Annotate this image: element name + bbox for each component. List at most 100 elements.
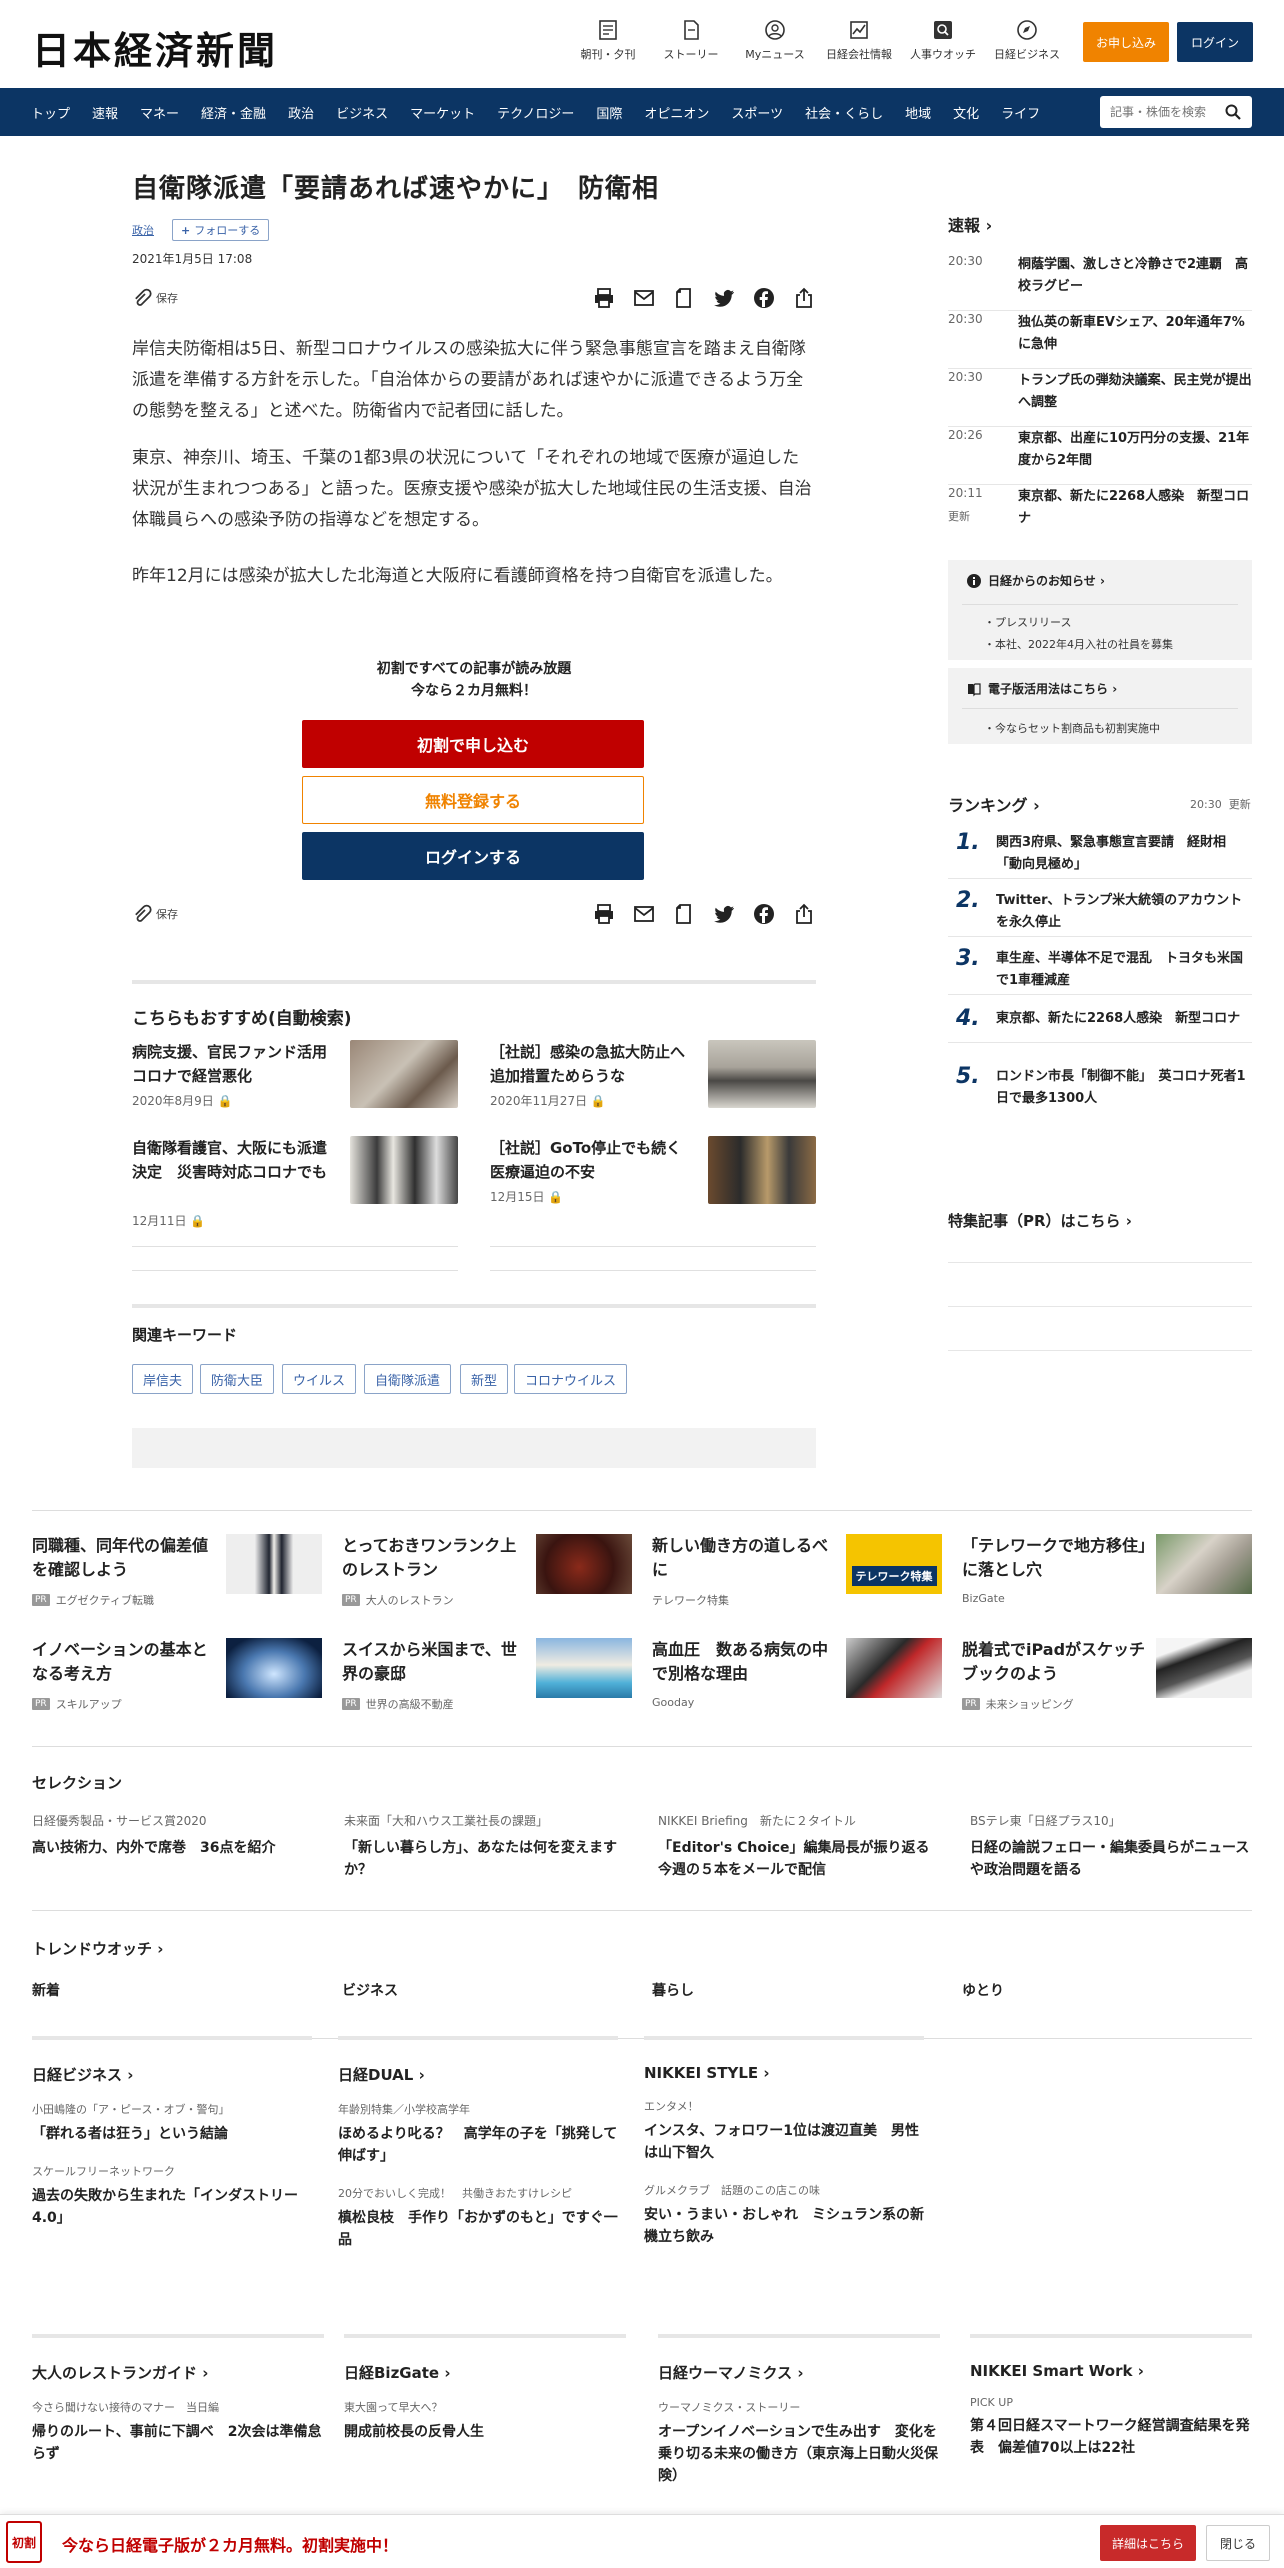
ebook-item[interactable]: ・今ならセット割商品も初割実施中 bbox=[984, 720, 1160, 736]
save-button[interactable]: 保存 bbox=[132, 903, 178, 925]
recommend-item[interactable]: ［社説］感染の急拡大防止へ追加措置ためらうな 2020年11月27日 🔒 bbox=[490, 1040, 816, 1150]
media-item[interactable]: 小田嶋隆の「ア・ピース・オブ・警句」 「群れる者は狂う」という結論 bbox=[32, 2101, 312, 2145]
trend-tab[interactable]: 暮らし bbox=[652, 1980, 694, 2000]
selection-item[interactable]: BSテレ東「日経プラス10」 日経の論説フェロー・編集委員らがニュースや政治問題を… bbox=[970, 1812, 1252, 1881]
login-button[interactable]: ログイン bbox=[1177, 22, 1253, 62]
media2-item[interactable]: ウーマノミクス・ストーリー オープンイノベーションで生み出す 変化を乗り切る未来の… bbox=[658, 2399, 948, 2487]
nav-item[interactable]: マネー bbox=[129, 103, 190, 122]
facebook-icon[interactable] bbox=[752, 286, 776, 310]
header-link-paper[interactable]: 朝刊・夕刊 bbox=[572, 20, 644, 62]
media-heading[interactable]: NIKKEI STYLE › bbox=[644, 2064, 924, 2082]
footer-close-button[interactable]: 閉じる bbox=[1206, 2525, 1270, 2561]
nav-item[interactable]: 速報 bbox=[81, 103, 129, 122]
nav-item[interactable]: テクノロジー bbox=[486, 103, 585, 122]
recommend-item[interactable]: ［社説］GoTo停止でも続く医療逼迫の不安 12月15日 🔒 bbox=[490, 1136, 816, 1246]
print-icon[interactable] bbox=[592, 902, 616, 926]
nav-item[interactable]: トップ bbox=[20, 103, 81, 122]
recommend-item[interactable]: 自衛隊看護官、大阪にも派遣決定 災害時対応コロナでも 12月11日 🔒 bbox=[132, 1136, 458, 1246]
header-link-mynews[interactable]: Myニュース bbox=[739, 20, 811, 62]
media2-item[interactable]: 東大園って早大へ？ 開成前校長の反骨人生 bbox=[344, 2399, 626, 2443]
media2-heading[interactable]: 日経ウーマノミクス › bbox=[658, 2362, 948, 2383]
nav-item[interactable]: 経済・金融 bbox=[190, 103, 277, 122]
promo-item[interactable]: 同職種、同年代の偏差値を確認しよう PR エグゼクティブ転職 bbox=[32, 1534, 322, 1614]
nav-item[interactable]: スポーツ bbox=[720, 103, 794, 122]
keyword-tag[interactable]: 自衛隊派遣 bbox=[364, 1364, 452, 1394]
subscribe-button[interactable]: お申し込み bbox=[1083, 22, 1169, 62]
promo-item[interactable]: 新しい働き方の道しるべに テレワーク特集 テレワーク特集 bbox=[652, 1534, 942, 1614]
info-item[interactable]: ・プレスリリース bbox=[984, 614, 1071, 630]
twitter-icon[interactable] bbox=[712, 286, 736, 310]
trend-tab[interactable]: ビジネス bbox=[342, 1980, 398, 2000]
nav-item[interactable]: ライフ bbox=[990, 103, 1051, 122]
mail-icon[interactable] bbox=[632, 286, 656, 310]
media-item[interactable]: 20分でおいしく完成！ 共働きおたすけレシピ 槙松良枝 手作り「おかずのもと」です… bbox=[338, 2185, 618, 2251]
sokuho-heading[interactable]: 速報 › bbox=[948, 212, 992, 236]
ranking-heading[interactable]: ランキング › bbox=[948, 792, 1040, 816]
info-heading[interactable]: 日経からのお知らせ › bbox=[966, 572, 1105, 589]
save-button[interactable]: 保存 bbox=[132, 287, 178, 309]
ebook-heading[interactable]: 電子版活用法はこちら › bbox=[966, 680, 1117, 697]
pr-heading[interactable]: 特集記事（PR）はこちら › bbox=[948, 1210, 1132, 1231]
keyword-tag[interactable]: 岸信夫 bbox=[132, 1364, 194, 1394]
facebook-icon[interactable] bbox=[752, 902, 776, 926]
media-item[interactable]: エンタメ！ インスタ、フォロワー1位は渡辺直美 男性は山下智久 bbox=[644, 2098, 924, 2164]
print-icon[interactable] bbox=[592, 286, 616, 310]
note-icon[interactable] bbox=[672, 902, 696, 926]
media-item[interactable]: グルメクラブ 話題のこの店この味 安い・うまい・おしゃれ ミシュラン系の新機立ち飲… bbox=[644, 2182, 924, 2248]
header-link-company[interactable]: 日経会社情報 bbox=[823, 20, 895, 62]
media-item[interactable]: スケールフリーネットワーク 過去の失敗から生まれた「インダストリー4.0」 bbox=[32, 2163, 312, 2229]
note-icon[interactable] bbox=[672, 286, 696, 310]
trend-heading[interactable]: トレンドウオッチ › bbox=[32, 1938, 163, 1959]
media2-heading[interactable]: 大人のレストランガイド › bbox=[32, 2362, 322, 2383]
promo-item[interactable]: スイスから米国まで、世界の豪邸 PR 世界の高級不動産 bbox=[342, 1638, 632, 1718]
nav-item[interactable]: 政治 bbox=[277, 103, 325, 122]
nav-item[interactable]: 社会・くらし bbox=[794, 103, 894, 122]
keyword-tag[interactable]: 新型 bbox=[460, 1364, 509, 1394]
header-link-business[interactable]: 日経ビジネス bbox=[991, 20, 1063, 62]
share-icon[interactable] bbox=[792, 286, 816, 310]
nav-item[interactable]: 地域 bbox=[894, 103, 942, 122]
nav-item[interactable]: 国際 bbox=[585, 103, 633, 122]
login-article-button[interactable]: ログインする bbox=[302, 832, 644, 880]
header-link-story[interactable]: ストーリー bbox=[655, 20, 727, 62]
keyword-tag[interactable]: 防衛大臣 bbox=[200, 1364, 275, 1394]
media2-item[interactable]: 今さら聞けない接待のマナー 当日編 帰りのルート、事前に下調べ 2次会は準備怠らず bbox=[32, 2399, 322, 2465]
free-register-button[interactable]: 無料登録する bbox=[302, 776, 644, 824]
media2-heading[interactable]: NIKKEI Smart Work › bbox=[970, 2362, 1252, 2380]
nav-item[interactable]: マーケット bbox=[399, 103, 486, 122]
media2-item[interactable]: PICK UP 第４回日経スマートワーク経営調査結果を発表 偏差値70以上は22社 bbox=[970, 2396, 1252, 2459]
trend-tab[interactable]: 新着 bbox=[32, 1980, 60, 2000]
selection-item[interactable]: NIKKEI Briefing 新たに２タイトル 「Editor's Choice… bbox=[658, 1812, 940, 1881]
media-heading[interactable]: 日経DUAL › bbox=[338, 2064, 618, 2085]
promo-item[interactable]: 「テレワークで地方移住」に落とし穴 BizGate bbox=[962, 1534, 1252, 1614]
trend-tab[interactable]: ゆとり bbox=[962, 1980, 1004, 2000]
promo-item[interactable]: イノベーションの基本となる考え方 PR スキルアップ bbox=[32, 1638, 322, 1718]
search-input[interactable] bbox=[1110, 105, 1218, 119]
follow-button[interactable]: + フォローする bbox=[172, 219, 270, 241]
info-item[interactable]: ・本社、2022年4月入社の社員を募集 bbox=[984, 636, 1173, 652]
media-item[interactable]: 年齢別特集／小学校高学年 ほめるより叱る？ 高学年の子を「挑発して伸ばす」 bbox=[338, 2101, 618, 2167]
footer-detail-button[interactable]: 詳細はこちら bbox=[1100, 2525, 1196, 2561]
site-logo[interactable]: 日本経済新聞 bbox=[32, 20, 278, 75]
article-category-link[interactable]: 政治 bbox=[132, 222, 154, 238]
nav-item[interactable]: オピニオン bbox=[633, 103, 720, 122]
promo-item[interactable]: 脱着式でiPadがスケッチブックのよう PR 未来ショッピング bbox=[962, 1638, 1252, 1718]
header-link-jinji[interactable]: 人事ウオッチ bbox=[907, 20, 979, 62]
media2-heading[interactable]: 日経BizGate › bbox=[344, 2362, 626, 2383]
media-heading[interactable]: 日経ビジネス › bbox=[32, 2064, 312, 2085]
nav-item[interactable]: ビジネス bbox=[325, 103, 399, 122]
mail-icon[interactable] bbox=[632, 902, 656, 926]
keyword-tag[interactable]: ウイルス bbox=[282, 1364, 357, 1394]
recommend-item[interactable]: 病院支援、官民ファンド活用 コロナで経営悪化 2020年8月9日 🔒 bbox=[132, 1040, 458, 1150]
hatsuwari-badge: 初割 bbox=[6, 2521, 42, 2563]
apply-button[interactable]: 初割で申し込む bbox=[302, 720, 644, 768]
nav-item[interactable]: 文化 bbox=[942, 103, 990, 122]
selection-item[interactable]: 未来面「大和ハウス工業社長の課題」 「新しい暮らし方」、あなたは何を変えますか？ bbox=[344, 1812, 626, 1881]
twitter-icon[interactable] bbox=[712, 902, 736, 926]
selection-item[interactable]: 日経優秀製品・サービス賞2020 高い技術力、内外で席巻 36点を紹介 bbox=[32, 1812, 314, 1859]
share-icon[interactable] bbox=[792, 902, 816, 926]
keyword-tag[interactable]: コロナウイルス bbox=[514, 1364, 628, 1394]
search-icon[interactable] bbox=[1224, 103, 1242, 121]
promo-item[interactable]: 高血圧 数ある病気の中で別格な理由 Gooday bbox=[652, 1638, 942, 1718]
promo-item[interactable]: とっておきワンランク上のレストラン PR 大人のレストラン bbox=[342, 1534, 632, 1614]
